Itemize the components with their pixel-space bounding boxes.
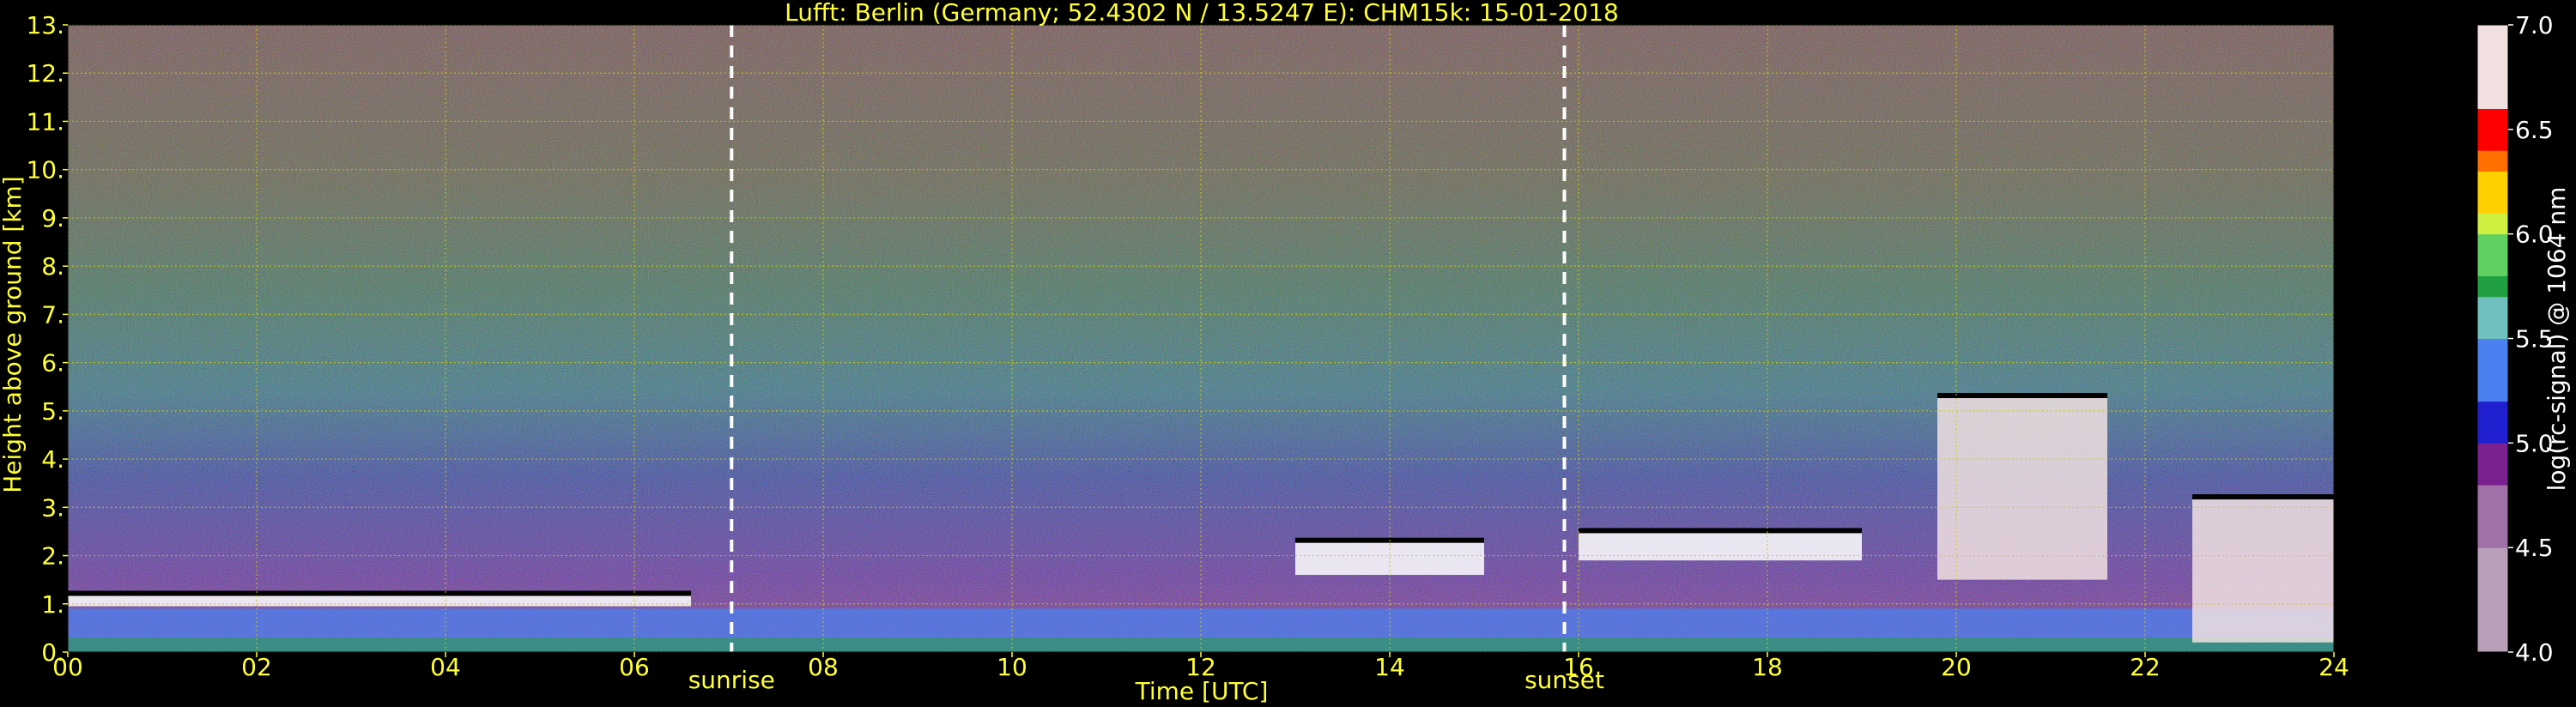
- colorbar-segment: [2477, 526, 2508, 548]
- cloud-top: [1937, 392, 2107, 398]
- plot-area: sunrise sunset: [67, 24, 2335, 694]
- colorbar-tick-label: 7.0: [2515, 11, 2554, 39]
- x-tick-label: 02: [241, 653, 272, 681]
- colorbar-segment: [2477, 547, 2508, 570]
- colorbar-segment: [2477, 88, 2508, 109]
- colorbar-segment: [2477, 108, 2508, 130]
- y-tick-label: 10.: [26, 156, 64, 184]
- y-tick-label: 13.: [26, 11, 64, 39]
- colorbar-segment: [2477, 275, 2508, 298]
- colorbar-segment: [2477, 589, 2508, 611]
- x-axis-label: Time [UTC]: [1135, 677, 1269, 705]
- colorbar-segment: [2477, 443, 2508, 465]
- x-tick-label: 10: [997, 653, 1027, 681]
- y-tick-label: 7.: [41, 300, 64, 329]
- colorbar-segment: [2477, 359, 2508, 381]
- colorbar-segment: [2477, 233, 2508, 256]
- colorbar-segment: [2477, 317, 2508, 339]
- colorbar-segment: [2477, 338, 2508, 360]
- y-tick-label: 3.: [41, 493, 64, 522]
- colorbar-segment: [2477, 485, 2508, 506]
- cloud-layer: [68, 594, 691, 607]
- colorbar-segment: [2477, 129, 2508, 151]
- colorbar-tick-label: 6.5: [2515, 116, 2554, 144]
- cloud-layer: [1937, 396, 2107, 580]
- colorbar-segment: [2477, 380, 2508, 402]
- cloud-layer: [2192, 498, 2334, 643]
- cloud-top: [68, 590, 691, 596]
- colorbar-segment: [2477, 610, 2508, 632]
- colorbar-tick-label: 4.0: [2515, 638, 2554, 667]
- colorbar-label: log(rc-signal) @ 1064 nm: [2543, 187, 2571, 492]
- y-tick-label: 5.: [41, 397, 64, 426]
- colorbar-segment: [2477, 255, 2508, 276]
- x-tick-label: 06: [619, 653, 650, 681]
- colorbar-segment: [2477, 463, 2508, 486]
- x-tick-label: 22: [2130, 653, 2161, 681]
- chart-figure: sunrise sunset 00 02 04 06 08 10 12 14 16 18 20 22 24…: [0, 0, 2571, 705]
- colorbar-segment: [2477, 568, 2508, 590]
- colorbar-segment: [2477, 66, 2508, 88]
- colorbar-segment: [2477, 25, 2508, 46]
- chart-title: Lufft: Berlin (Germany; 52.4302 N / 13.5…: [785, 0, 1619, 27]
- y-tick-label: 12.: [26, 59, 64, 88]
- colorbar-segment: [2477, 45, 2508, 68]
- y-tick-label: 8.: [41, 252, 64, 281]
- cloud-top: [2192, 494, 2334, 500]
- colorbar-segment: [2477, 505, 2508, 528]
- colorbar-segment: [2477, 191, 2508, 214]
- x-tick-label: 16: [1563, 653, 1594, 681]
- x-tick-label: 14: [1374, 653, 1405, 681]
- y-tick-label: 6.: [41, 349, 64, 378]
- y-tick-label: 9.: [41, 204, 64, 233]
- y-tick-label: 2.: [41, 542, 64, 571]
- y-tick-label: 1.: [41, 590, 64, 619]
- colorbar-segment: [2477, 401, 2508, 423]
- y-tick-label: 4.: [41, 445, 64, 474]
- y-axis-ticks: 0. 1. 2. 3. 4. 5. 6. 7. 8. 9. 10. 11. 12. 13.: [26, 11, 68, 667]
- y-tick-label: 11.: [26, 107, 64, 136]
- colorbar-segment: [2477, 171, 2508, 193]
- x-tick-label: 20: [1941, 653, 1972, 681]
- x-tick-label: 18: [1752, 653, 1783, 681]
- x-tick-label: 08: [808, 653, 839, 681]
- colorbar-tick-label: 4.5: [2515, 534, 2554, 562]
- colorbar-segment: [2477, 631, 2508, 653]
- x-tick-label: 24: [2318, 653, 2349, 681]
- y-axis-label: Height above ground [km]: [0, 176, 27, 493]
- colorbar-segment: [2477, 213, 2508, 235]
- cloud-top: [1579, 528, 1862, 534]
- event-label-sunrise: sunrise: [688, 666, 775, 694]
- colorbar-segment: [2477, 296, 2508, 318]
- x-tick-label: 04: [430, 653, 461, 681]
- colorbar-segment: [2477, 421, 2508, 444]
- y-tick-label: 0.: [41, 638, 64, 667]
- colorbar-segment: [2477, 150, 2508, 172]
